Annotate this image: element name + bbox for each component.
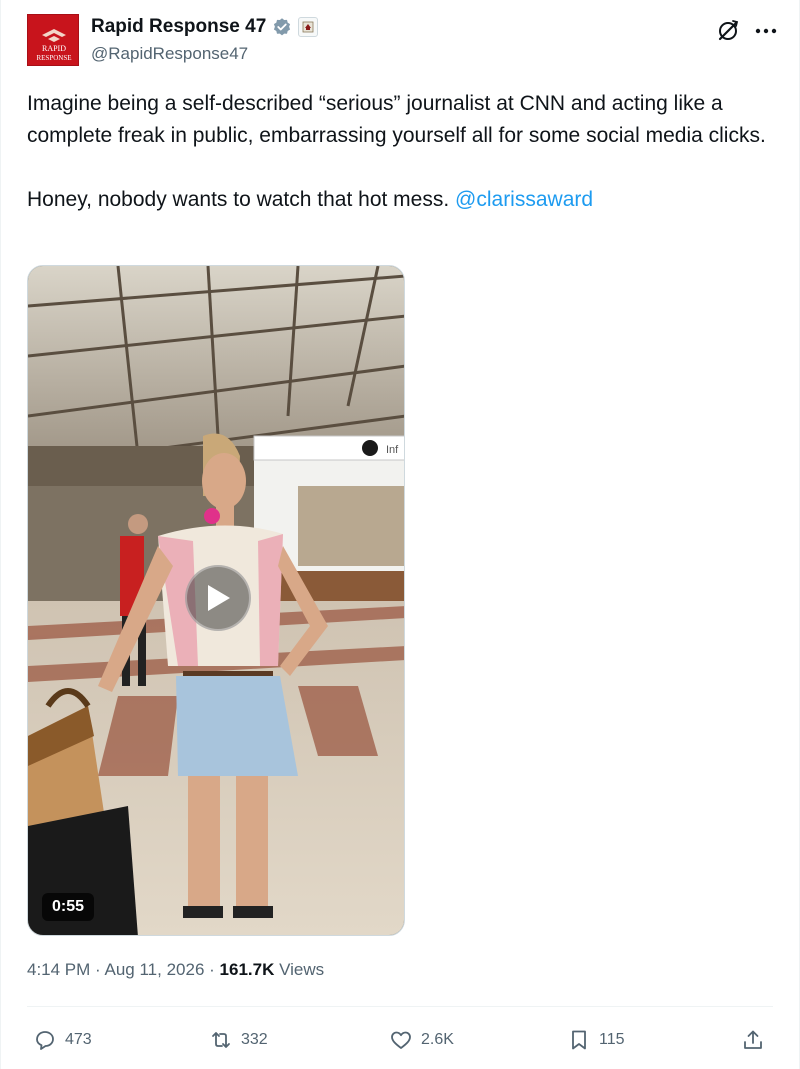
action-bar: 473 332 2.6K 115: [27, 1022, 773, 1058]
tweet-paragraph-2-text: Honey, nobody wants to watch that hot me…: [27, 188, 450, 211]
avatar-text-top: RAPID: [42, 44, 66, 53]
like-icon: [391, 1031, 411, 1049]
post-container: RAPID RESPONSE Rapid Response 47 @RapidR…: [0, 0, 800, 1069]
reply-count: 473: [65, 1031, 92, 1048]
post-time[interactable]: 4:14 PM: [27, 960, 90, 979]
tweet-paragraph-1: Imagine being a self-described “serious”…: [27, 92, 766, 147]
tweet-paragraph-2: Honey, nobody wants to watch that hot me…: [27, 184, 777, 216]
play-icon: [208, 585, 230, 611]
repost-button[interactable]: 332: [209, 1022, 268, 1058]
reply-button[interactable]: 473: [33, 1022, 92, 1058]
tweet-text: Imagine being a self-described “serious”…: [27, 88, 777, 216]
grok-icon[interactable]: [715, 18, 741, 44]
mention-link[interactable]: @clarissaward: [455, 188, 593, 211]
like-button[interactable]: 2.6K: [389, 1022, 454, 1058]
repost-icon: [212, 1032, 230, 1048]
avatar-text-bottom: RESPONSE: [36, 54, 71, 62]
handle[interactable]: @RapidResponse47: [91, 44, 248, 64]
views-label: Views: [279, 960, 325, 979]
post-meta: 4:14 PM · Aug 11, 2026 · 161.7K Views: [27, 960, 324, 980]
share-icon: [744, 1030, 762, 1049]
name-row: Rapid Response 47: [91, 16, 319, 38]
more-icon[interactable]: [753, 18, 779, 44]
display-name[interactable]: Rapid Response 47: [91, 16, 266, 38]
meta-separator: ·: [95, 960, 101, 979]
play-button[interactable]: [185, 565, 251, 631]
bookmark-icon: [572, 1030, 586, 1050]
reply-icon: [36, 1031, 54, 1050]
bookmark-button[interactable]: 115: [567, 1022, 625, 1058]
info-sign-text: Inf: [386, 444, 399, 456]
post-header: RAPID RESPONSE Rapid Response 47 @RapidR…: [27, 14, 779, 70]
like-count: 2.6K: [421, 1031, 454, 1048]
verified-badge-icon: [272, 17, 292, 37]
meta-separator: ·: [209, 960, 215, 979]
video-player[interactable]: Inf 0:55: [27, 265, 405, 936]
video-duration: 0:55: [42, 893, 95, 921]
affiliation-badge-icon[interactable]: [298, 17, 319, 37]
divider: [27, 1006, 773, 1007]
bookmark-count: 115: [599, 1031, 625, 1048]
avatar[interactable]: RAPID RESPONSE: [27, 14, 79, 66]
repost-count: 332: [241, 1031, 268, 1048]
views-count: 161.7K: [219, 960, 275, 979]
share-button[interactable]: [741, 1022, 765, 1058]
post-date[interactable]: Aug 11, 2026: [105, 960, 205, 979]
